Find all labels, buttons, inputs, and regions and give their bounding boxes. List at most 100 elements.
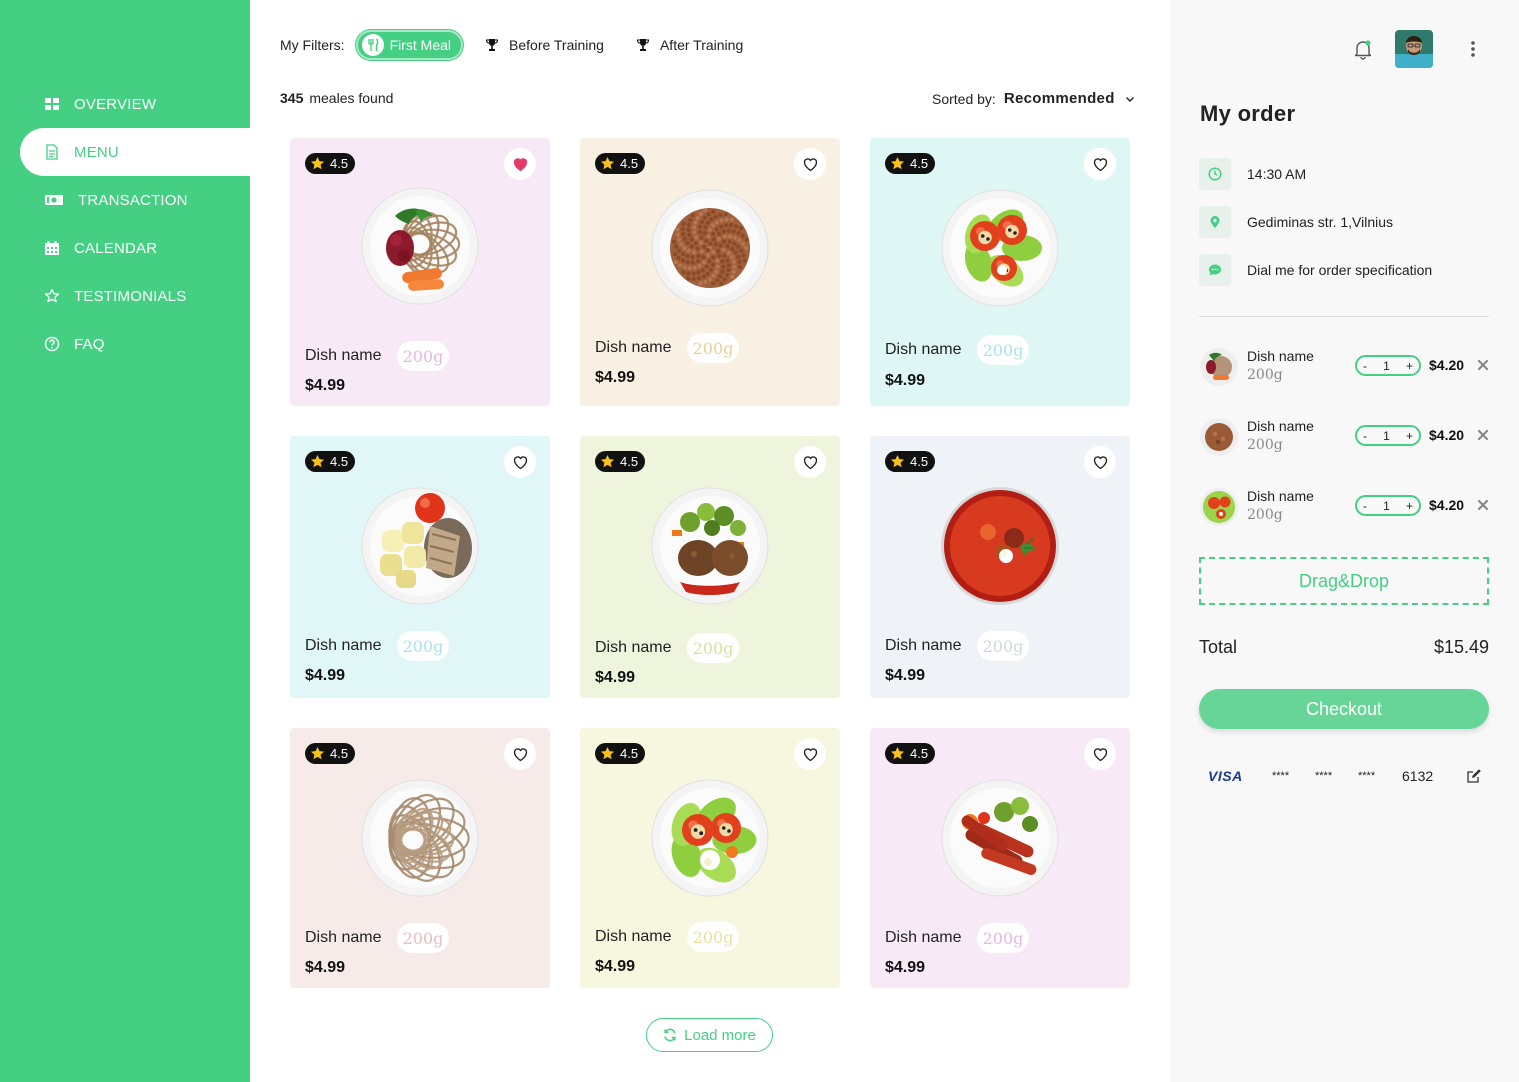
refresh-icon <box>664 1028 676 1042</box>
remove-icon[interactable] <box>1477 359 1489 371</box>
checkout-button[interactable]: Checkout <box>1199 689 1489 729</box>
quantity-stepper[interactable]: - 1 + <box>1355 495 1421 516</box>
sidebar-item-label: MENU <box>74 143 119 161</box>
sidebar-item-label: OVERVIEW <box>74 95 157 113</box>
notification-bell-icon[interactable] <box>1352 38 1374 60</box>
heart-icon <box>1092 746 1109 763</box>
dish-name: Dish name <box>595 639 672 656</box>
avatar[interactable] <box>1395 30 1433 68</box>
star-icon <box>310 454 330 469</box>
favorite-button[interactable] <box>1084 148 1116 180</box>
order-item-weight: 200g <box>1247 367 1283 383</box>
favorite-button[interactable] <box>794 148 826 180</box>
order-address[interactable]: Gediminas str. 1,Vilnius <box>1199 206 1393 238</box>
sidebar-item-overview[interactable]: OVERVIEW <box>0 80 250 128</box>
rating-value: 4.5 <box>620 746 639 761</box>
meal-card[interactable]: 4.5 Dish name 200g $4.99 <box>580 138 840 406</box>
heart-icon <box>802 746 819 763</box>
dish-price: $4.99 <box>595 369 636 386</box>
filter-chip-before-training[interactable]: Before Training <box>477 30 614 60</box>
meal-card[interactable]: 4.5 Dish name 200g $4.99 <box>290 728 550 988</box>
sidebar: OVERVIEW MENU TRANSACTION CALENDAR TESTI… <box>0 0 250 1082</box>
filter-chip-label: After Training <box>659 36 744 53</box>
favorite-button[interactable] <box>794 446 826 478</box>
meal-card[interactable]: 4.5 Dish name 200g $4.99 <box>870 138 1130 406</box>
sidebar-item-calendar[interactable]: CALENDAR <box>0 224 250 272</box>
sort-dropdown[interactable]: Sorted by: Recommended <box>932 90 1135 107</box>
remove-icon[interactable] <box>1477 429 1489 441</box>
more-options-icon[interactable] <box>1470 40 1476 58</box>
sidebar-item-transaction[interactable]: TRANSACTION <box>0 176 250 224</box>
star-icon <box>600 156 620 171</box>
order-time-value: 14:30 AM <box>1247 166 1307 182</box>
meal-card[interactable]: 4.5 Dish name 200g $4.99 <box>870 728 1130 988</box>
favorite-button[interactable] <box>504 446 536 478</box>
quantity-value: 1 <box>1383 498 1390 513</box>
order-item[interactable]: Dish name 200g - 1 + $4.20 <box>1199 344 1491 390</box>
rating-value: 4.5 <box>620 454 639 469</box>
dish-name: Dish name <box>305 637 382 654</box>
star-icon <box>890 156 910 171</box>
load-more-button[interactable]: Load more <box>646 1018 773 1052</box>
dish-name: Dish name <box>885 929 962 946</box>
order-time[interactable]: 14:30 AM <box>1199 158 1306 190</box>
main-content: My Filters: First Meal Before Training A… <box>250 0 1170 1082</box>
filter-chip-first-meal[interactable]: First Meal <box>355 29 464 60</box>
increase-button[interactable]: + <box>1406 359 1413 373</box>
heart-icon <box>1092 454 1109 471</box>
dish-weight-badge: 200g <box>977 631 1029 661</box>
dish-name: Dish name <box>305 929 382 946</box>
meal-card[interactable]: 4.5 Dish name 200g $4.99 <box>580 728 840 988</box>
results-count: 345 meales found <box>280 90 393 106</box>
decrease-button[interactable]: - <box>1363 359 1367 373</box>
star-icon <box>890 746 910 761</box>
favorite-button[interactable] <box>504 148 536 180</box>
dish-price: $4.99 <box>305 377 346 394</box>
filter-chip-after-training[interactable]: After Training <box>628 30 753 60</box>
sidebar-item-label: TRANSACTION <box>78 191 188 209</box>
rating-badge: 4.5 <box>305 743 356 764</box>
increase-button[interactable]: + <box>1406 499 1413 513</box>
question-circle-icon <box>44 336 60 352</box>
star-icon <box>600 454 620 469</box>
rating-badge: 4.5 <box>595 743 646 764</box>
quantity-stepper[interactable]: - 1 + <box>1355 355 1421 376</box>
order-item-price: $4.20 <box>1429 497 1465 513</box>
trophy-icon <box>481 34 503 56</box>
sidebar-item-testimonials[interactable]: TESTIMONIALS <box>0 272 250 320</box>
dish-image <box>360 186 480 306</box>
dish-image <box>940 486 1060 606</box>
meal-card[interactable]: 4.5 Dish name 200g $4.99 <box>870 436 1130 698</box>
rating-badge: 4.5 <box>595 451 646 472</box>
order-item-weight: 200g <box>1247 507 1283 523</box>
meal-card[interactable]: 4.5 Dish name 200g $4.99 <box>290 138 550 406</box>
sidebar-item-menu[interactable]: MENU <box>20 128 250 176</box>
sidebar-item-faq[interactable]: FAQ <box>0 320 250 368</box>
clock-icon <box>1199 158 1231 190</box>
increase-button[interactable]: + <box>1406 429 1413 443</box>
favorite-button[interactable] <box>504 738 536 770</box>
rating-badge: 4.5 <box>885 743 936 764</box>
edit-icon[interactable] <box>1466 768 1482 784</box>
meal-card[interactable]: 4.5 Dish name 200g $4.99 <box>580 436 840 698</box>
remove-icon[interactable] <box>1477 499 1489 511</box>
drag-drop-zone[interactable]: Drag&Drop <box>1199 557 1489 605</box>
card-mask-2: **** <box>1315 770 1333 782</box>
order-item-name: Dish name <box>1247 418 1314 434</box>
decrease-button[interactable]: - <box>1363 429 1367 443</box>
favorite-button[interactable] <box>1084 738 1116 770</box>
order-item[interactable]: Dish name 200g - 1 + $4.20 <box>1199 414 1491 460</box>
filter-bar: My Filters: First Meal Before Training A… <box>280 29 767 60</box>
favorite-button[interactable] <box>1084 446 1116 478</box>
order-title: My order <box>1200 101 1296 126</box>
sort-label: Sorted by: <box>932 90 996 107</box>
favorite-button[interactable] <box>794 738 826 770</box>
order-item[interactable]: Dish name 200g - 1 + $4.20 <box>1199 484 1491 530</box>
decrease-button[interactable]: - <box>1363 499 1367 513</box>
rating-badge: 4.5 <box>885 451 936 472</box>
dish-image <box>940 778 1060 898</box>
quantity-stepper[interactable]: - 1 + <box>1355 425 1421 446</box>
dish-image <box>360 486 480 606</box>
meal-card[interactable]: 4.5 Dish name 200g $4.99 <box>290 436 550 698</box>
order-note[interactable]: Dial me for order specification <box>1199 254 1432 286</box>
